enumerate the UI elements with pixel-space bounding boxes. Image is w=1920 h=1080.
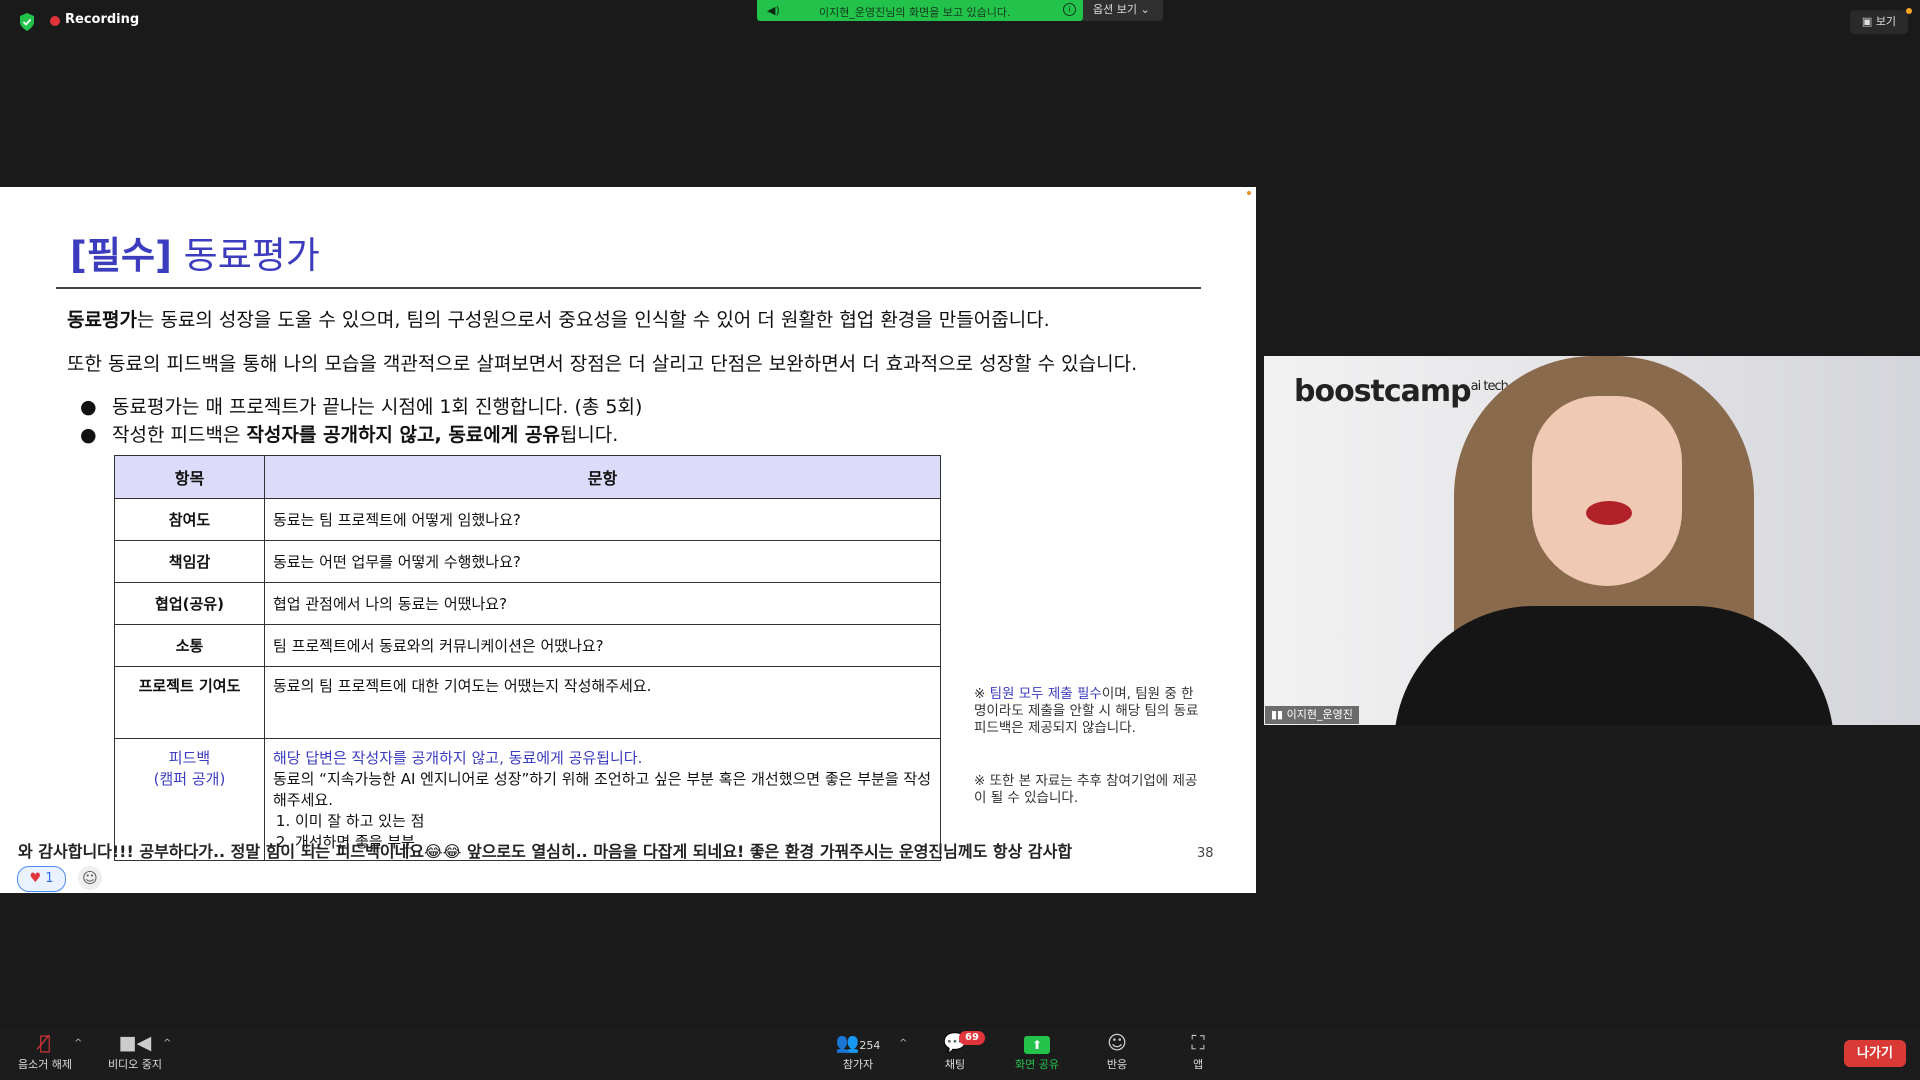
- row-question: 동료는 어떤 업무를 어떻게 수행했나요?: [264, 540, 941, 583]
- row-question: 동료는 팀 프로젝트에 어떻게 임했나요?: [264, 498, 941, 541]
- feedback-body: 동료의 “지속가능한 AI 엔지니어로 성장”하기 위해 조언하고 싶은 부분 …: [273, 770, 932, 809]
- slide-title-text: 동료평가: [171, 234, 320, 277]
- notification-dot: [1906, 8, 1912, 14]
- row-item: 프로젝트 기여도: [114, 666, 265, 739]
- bullet-text-2-bold: 작성자를 공개하지 않고, 동료에게 공유: [246, 424, 560, 446]
- note1-prefix: ※: [974, 686, 990, 702]
- view-button-label: 보기: [1875, 15, 1897, 28]
- participant-name-tag: ▮▮ 이지현_운영진: [1265, 706, 1359, 724]
- slide-title-bracket: [필수]: [70, 234, 172, 277]
- logo-text: boostcamp: [1294, 374, 1472, 409]
- stop-video-button[interactable]: ■◀ 비디오 중지: [100, 1030, 170, 1072]
- apps-label: 앱: [1192, 1058, 1204, 1071]
- view-button[interactable]: ▣ 보기: [1850, 10, 1908, 34]
- bullet-text-1: 동료평가는 매 프로젝트가 끝나는 시점에 1회 진행합니다. (총 5회): [112, 396, 643, 418]
- share-screen-icon: ⬆: [1024, 1036, 1050, 1054]
- intro-bold-term: 동료평가: [67, 309, 137, 331]
- boostcamp-logo: boostcampai tech: [1294, 374, 1509, 409]
- participants-label: 참가자: [842, 1058, 874, 1071]
- chat-message-overlay: 와 감사합니다!!! 공부하다가.. 정말 힘이 되는 피드백이네요😂😂 앞으로…: [18, 842, 1073, 861]
- unmute-button[interactable]: 🎙̸ 음소거 해제: [12, 1030, 78, 1072]
- bullet-dot: ●: [80, 396, 97, 418]
- bullet-dot: ●: [80, 424, 97, 446]
- bullet-text-2-post: 됩니다.: [559, 424, 619, 446]
- submission-note: ※ 팀원 모두 제출 필수이며, 팀원 중 한명이라도 제출을 안할 시 해당 …: [974, 686, 1204, 737]
- audio-options-chevron-icon[interactable]: ^: [74, 1038, 82, 1049]
- row-question: 협업 관점에서 나의 동료는 어땠나요?: [264, 582, 941, 625]
- slide-title: [필수] 동료평가: [70, 225, 320, 279]
- feedback-item-line1: 피드백: [168, 749, 211, 767]
- apps-icon: ⛶: [1191, 1032, 1205, 1054]
- table-row: 책임감 동료는 어떤 업무를 어떻게 수행했나요?: [114, 540, 941, 583]
- person-mouth: [1586, 501, 1632, 525]
- disclosure-note: ※ 또한 본 자료는 추후 참여기업에 제공이 될 수 있습니다.: [974, 773, 1198, 806]
- apps-button[interactable]: ⛶ 앱: [1180, 1030, 1216, 1072]
- video-camera-icon: ■◀: [118, 1032, 152, 1054]
- person-face: [1532, 396, 1682, 586]
- intro-paragraph-2: 또한 동료의 피드백을 통해 나의 모습을 객관적으로 살펴보면서 장점은 더 …: [67, 353, 1138, 375]
- row-item: 소통: [114, 624, 265, 667]
- header-item: 항목: [114, 455, 265, 499]
- row-item: 참여도: [114, 498, 265, 541]
- heart-count: 1: [45, 871, 54, 886]
- share-banner-text: 이지현_운영진님의 화면을 보고 있습니다.: [819, 6, 1011, 19]
- stop-video-label: 비디오 중지: [107, 1058, 163, 1071]
- list-item: 이미 잘 하고 있는 점: [295, 810, 939, 831]
- table-row: 소통 팀 프로젝트에서 동료와의 커뮤니케이션은 어땠나요?: [114, 624, 941, 667]
- share-screen-label: 화면 공유: [1015, 1058, 1059, 1071]
- reactions-label: 반응: [1106, 1058, 1128, 1071]
- recording-dot-icon: [50, 16, 60, 26]
- participants-count: 254: [859, 1039, 881, 1052]
- muted-mic-icon: 🎙̸: [39, 1032, 51, 1054]
- reaction-emoji-icon: ☺: [1107, 1032, 1127, 1054]
- row-question: 팀 프로젝트에서 동료와의 커뮤니케이션은 어땠나요?: [264, 624, 941, 667]
- intro-paragraph-1: 동료평가는 동료의 성장을 도울 수 있으며, 팀의 구성원으로서 중요성을 인…: [67, 305, 1050, 332]
- table-row: 프로젝트 기여도 동료의 팀 프로젝트에 대한 기여도는 어땠는지 작성해주세요…: [114, 666, 941, 739]
- leave-meeting-button[interactable]: 나가기: [1844, 1040, 1906, 1067]
- signal-icon: ▮▮: [1271, 708, 1284, 721]
- header-question: 문항: [264, 455, 941, 499]
- participants-options-chevron-icon[interactable]: ^: [899, 1038, 907, 1049]
- participant-video[interactable]: boostcampai tech: [1264, 356, 1920, 725]
- title-divider: [56, 287, 1201, 289]
- participants-icon: 👥254: [835, 1032, 881, 1054]
- info-icon[interactable]: i: [1063, 3, 1076, 16]
- add-reaction-icon[interactable]: ☺: [78, 866, 102, 890]
- row-question: 동료의 팀 프로젝트에 대한 기여도는 어땠는지 작성해주세요.: [264, 666, 941, 739]
- recording-label: Recording: [65, 12, 140, 27]
- feedback-lead: 해당 답변은 작성자를 공개하지 않고, 동료에게 공유됩니다.: [273, 749, 643, 767]
- screen-share-banner: ◀) 이지현_운영진님의 화면을 보고 있습니다. i: [757, 0, 1083, 21]
- note1-highlight: 팀원 모두 제출 필수: [989, 686, 1102, 702]
- view-options-button[interactable]: 옵션 보기 ⌄: [1083, 0, 1163, 21]
- table-row: 협업(공유) 협업 관점에서 나의 동료는 어땠나요?: [114, 582, 941, 625]
- table-row: 참여도 동료는 팀 프로젝트에 어떻게 임했나요?: [114, 498, 941, 541]
- bullet-text-2-pre: 작성한 피드백은: [112, 424, 247, 446]
- video-options-chevron-icon[interactable]: ^: [163, 1038, 171, 1049]
- chat-unread-badge: 69: [959, 1031, 985, 1045]
- peer-review-table: 항목 문항 참여도 동료는 팀 프로젝트에 어떻게 임했나요? 책임감 동료는 …: [114, 455, 941, 861]
- bullet-item-2: ● 작성한 피드백은 작성자를 공개하지 않고, 동료에게 공유됩니다.: [80, 420, 618, 447]
- speaker-icon: ◀): [767, 4, 780, 17]
- security-shield-icon[interactable]: [18, 12, 36, 32]
- bullet-item-1: ● 동료평가는 매 프로젝트가 끝나는 시점에 1회 진행합니다. (총 5회): [80, 392, 642, 419]
- page-number: 38: [1197, 846, 1214, 861]
- intro-text: 는 동료의 성장을 도울 수 있으며, 팀의 구성원으로서 중요성을 인식할 수…: [136, 309, 1050, 331]
- participants-button[interactable]: 👥254 참가자: [828, 1030, 888, 1072]
- participant-name: 이지현_운영진: [1286, 708, 1353, 721]
- heart-reaction-button[interactable]: ♥ 1: [17, 866, 66, 892]
- unmute-label: 음소거 해제: [17, 1058, 73, 1071]
- reactions-button[interactable]: ☺ 반응: [1097, 1030, 1137, 1072]
- view-options-label: 옵션 보기: [1093, 3, 1137, 16]
- slide-marker-dot: [1247, 191, 1251, 195]
- row-item: 책임감: [114, 540, 265, 583]
- chat-label: 채팅: [944, 1058, 966, 1071]
- heart-icon: ♥: [29, 871, 42, 886]
- feedback-item-line2: (캠퍼 공개): [153, 770, 226, 788]
- row-item: 협업(공유): [114, 582, 265, 625]
- table-header-row: 항목 문항: [114, 455, 941, 499]
